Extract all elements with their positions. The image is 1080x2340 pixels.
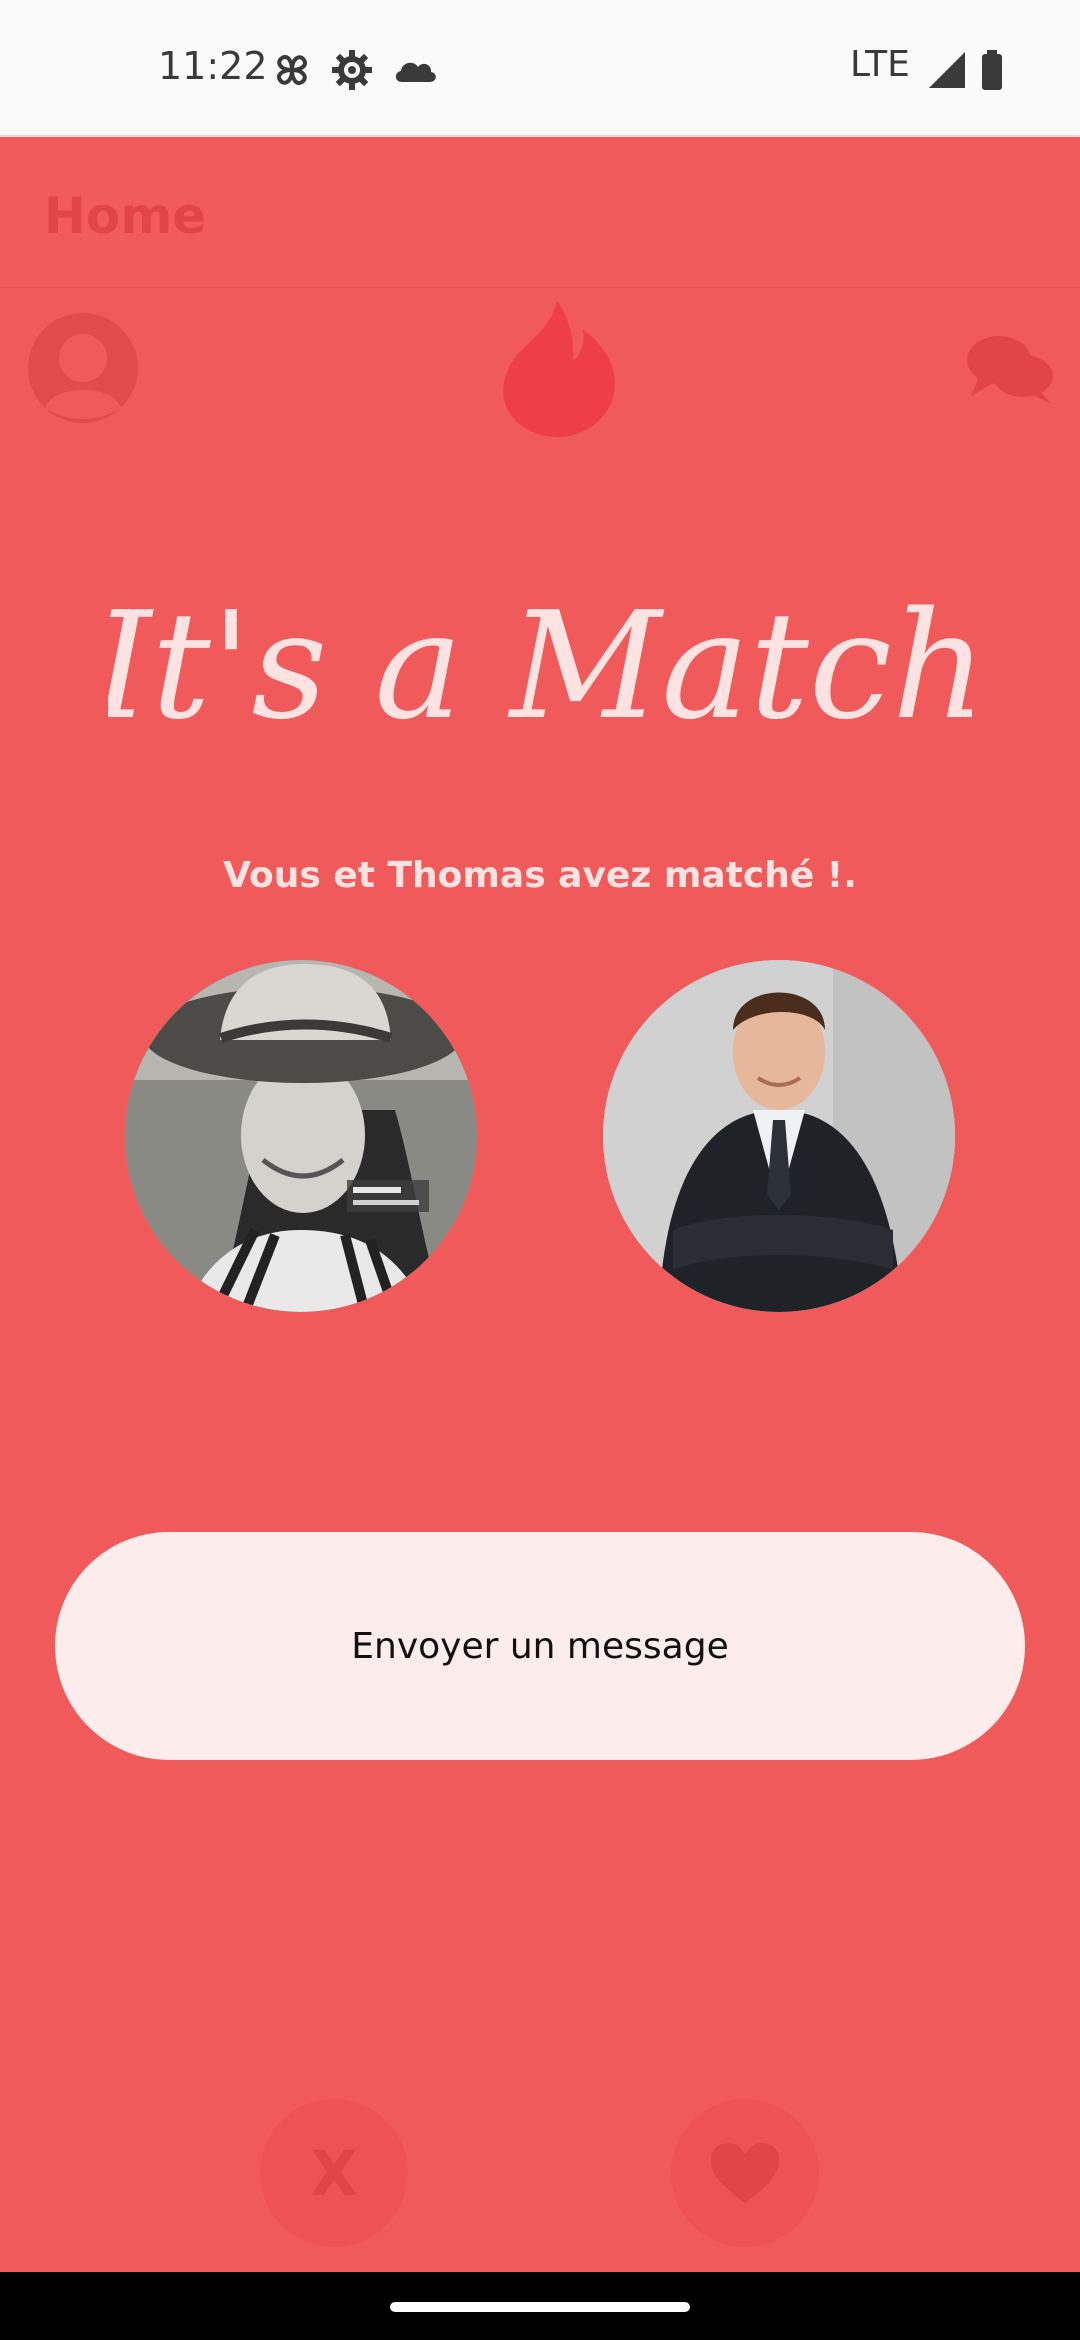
user-photo [125, 960, 477, 1312]
send-message-button[interactable]: Envoyer un message [55, 1532, 1025, 1760]
reject-label: X [310, 2136, 358, 2210]
avatar-user [125, 960, 477, 1312]
status-time: 11:22 [158, 44, 268, 88]
flame-icon[interactable] [493, 299, 619, 439]
cloud-icon [395, 62, 436, 82]
match-title: It's a Match [108, 580, 972, 752]
match-subtitle: Vous et Thomas avez matché !. [223, 855, 857, 896]
heart-icon [711, 2143, 779, 2203]
gear-icon [332, 50, 372, 90]
home-gesture-handle[interactable] [390, 2302, 690, 2312]
match-title-text: It's a Match [108, 580, 972, 752]
chat-icon[interactable] [965, 332, 1055, 407]
status-bar: 11:22 LTE [0, 0, 1080, 137]
network-type: LTE [850, 44, 910, 85]
page-title: Home [44, 187, 207, 245]
profile-icon[interactable] [27, 312, 139, 424]
match-photo [603, 960, 955, 1312]
top-app-bar: Home [0, 137, 1080, 288]
battery-icon [982, 50, 1002, 90]
match-screen: Home It's a Match Vous et Thomas avez ma… [0, 137, 1080, 2272]
like-button[interactable] [671, 2099, 819, 2247]
reject-button[interactable]: X [260, 2099, 408, 2247]
avatar-match [603, 960, 955, 1312]
signal-icon [929, 52, 965, 88]
pinwheel-icon [277, 55, 307, 85]
